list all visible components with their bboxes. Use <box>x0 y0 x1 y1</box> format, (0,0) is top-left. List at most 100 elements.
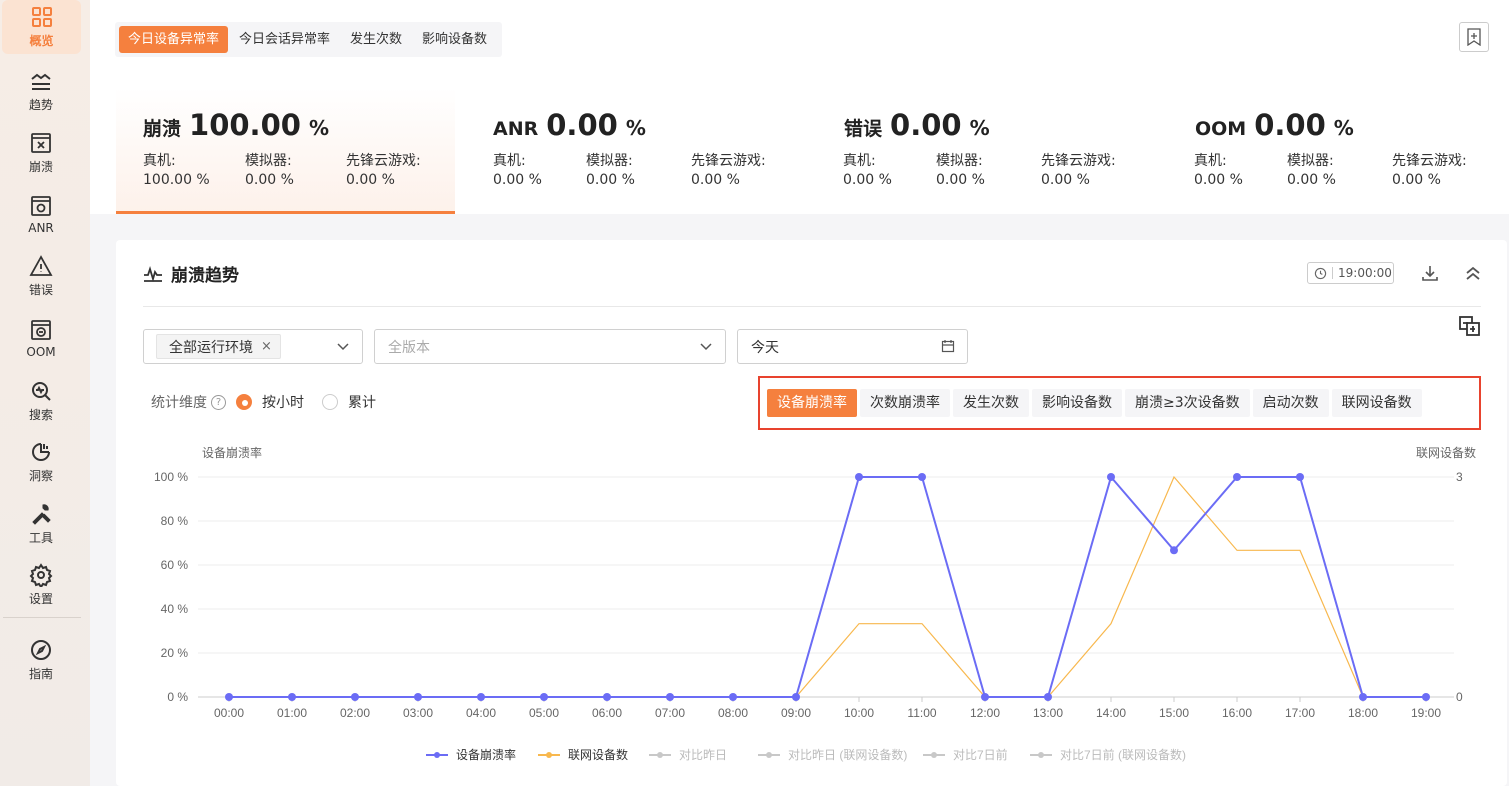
x-tick-label: 16:00 <box>1222 706 1252 720</box>
sub-value: 0.00 % <box>1392 172 1441 188</box>
legend-marker <box>546 752 552 758</box>
sidebar-item-label: 概览 <box>29 34 54 48</box>
sub-label: 先锋云游戏: <box>346 153 421 169</box>
sidebar-item-overview[interactable]: 概览 <box>2 0 81 54</box>
legend-label: 对比7日前 (联网设备数) <box>1060 747 1186 762</box>
crash-trend-card: 崩溃趋势 19:00:00 全部运行环境 × 全版本 今天 统计维度 ? 按小时… <box>116 240 1507 786</box>
sub-label: 真机: <box>843 153 876 169</box>
data-point <box>1233 473 1241 481</box>
legend-marker <box>434 752 440 758</box>
sub-value: 0.00 % <box>936 172 985 188</box>
legend-label: 对比昨日 (联网设备数) <box>788 747 907 762</box>
sidebar-item-tools[interactable]: 工具 <box>0 497 82 551</box>
bookmark-button[interactable] <box>1459 22 1489 52</box>
stat-card-anr[interactable]: ANR 0.00% 真机: 0.00 % 模拟器: 0.00 % 先锋云游戏: 0.00… <box>466 88 805 214</box>
stat-card-error[interactable]: 错误 0.00% 真机: 0.00 % 模拟器: 0.00 % 先锋云游戏: 0.00 … <box>817 88 1156 214</box>
oom-icon <box>31 319 51 340</box>
data-point <box>855 473 863 481</box>
sidebar-item-label: 指南 <box>28 667 53 681</box>
sidebar-item-label: 趋势 <box>28 98 53 112</box>
data-point <box>288 693 296 701</box>
data-point <box>666 693 674 701</box>
y-tick-label: 40 % <box>161 602 189 616</box>
series-line-device-crash-rate <box>229 474 1426 698</box>
x-tick-label: 12:00 <box>970 706 1000 720</box>
sub-label: 模拟器: <box>1287 153 1334 169</box>
sub-label: 先锋云游戏: <box>691 153 766 169</box>
warning-icon <box>29 255 53 276</box>
sidebar-item-settings[interactable]: 设置 <box>0 558 82 612</box>
gear-icon <box>29 563 53 587</box>
legend-marker <box>931 752 937 758</box>
x-tick-label: 07:00 <box>655 706 685 720</box>
sidebar-item-guide[interactable]: 指南 <box>0 633 82 687</box>
data-point <box>477 693 485 701</box>
data-point <box>729 693 737 701</box>
sidebar-item-oom[interactable]: OOM <box>0 311 82 365</box>
data-point <box>1296 473 1304 481</box>
data-point <box>1359 693 1367 701</box>
insight-icon <box>32 443 50 461</box>
data-point <box>351 693 359 701</box>
sidebar-item-crash[interactable]: 崩溃 <box>0 126 82 180</box>
sidebar-item-insight[interactable]: 洞察 <box>0 435 82 489</box>
x-tick-label: 10:00 <box>844 706 874 720</box>
stat-name: 错误 <box>844 118 883 140</box>
tab-device-rate[interactable]: 今日设备异常率 <box>119 26 229 53</box>
sub-label: 真机: <box>143 153 176 169</box>
sidebar-item-anr[interactable]: ANR <box>0 187 82 241</box>
x-tick-label: 06:00 <box>592 706 622 720</box>
legend-label: 对比昨日 <box>679 748 727 762</box>
y-tick-label: 20 % <box>161 646 189 660</box>
legend-marker <box>1038 752 1044 758</box>
sub-label: 模拟器: <box>586 153 633 169</box>
data-point <box>1170 546 1178 555</box>
data-point <box>540 693 548 701</box>
trend-chart: 设备崩溃率 联网设备数100 %80 %60 %40 %20 %0 %3000:0… <box>154 445 1476 762</box>
data-point <box>225 693 233 701</box>
series-line-online-devices <box>229 475 1364 698</box>
sidebar-item-label: OOM <box>26 344 56 359</box>
stat-value: 0.00 <box>890 108 962 142</box>
stat-card-oom[interactable]: OOM 0.00% 真机: 0.00 % 模拟器: 0.00 % 先锋云游戏: 0.00… <box>1168 88 1507 214</box>
y-axis-left-title: 设备崩溃率 <box>202 445 262 460</box>
data-point <box>981 693 989 701</box>
sidebar-item-error[interactable]: 错误 <box>0 249 82 303</box>
y-tick-label: 60 % <box>161 558 189 572</box>
sub-value: 0.00 % <box>843 172 892 188</box>
sub-value: 0.00 % <box>493 172 542 188</box>
data-point <box>603 693 611 701</box>
sub-label: 先锋云游戏: <box>1392 153 1467 169</box>
stat-name: ANR <box>493 118 539 140</box>
dashboard-icon <box>31 7 52 27</box>
stat-value: 0.00 <box>546 108 618 142</box>
sidebar-item-label: 错误 <box>28 283 53 297</box>
sidebar-divider <box>3 617 81 618</box>
crash-icon <box>31 133 51 153</box>
tools-icon <box>32 504 51 525</box>
data-point <box>1044 693 1052 701</box>
sidebar-item-search[interactable]: 搜索 <box>0 374 82 428</box>
sidebar-item-label: ANR <box>28 220 54 235</box>
x-tick-label: 15:00 <box>1159 706 1189 720</box>
tab-affected-devices[interactable]: 影响设备数 <box>413 26 496 53</box>
sidebar-item-label: 崩溃 <box>28 160 53 174</box>
stat-name: OOM <box>1195 118 1247 140</box>
stat-card-crash[interactable]: 崩溃 100.00% 真机: 100.00 % 模拟器: 0.00 % 先锋云游戏: 0… <box>116 88 455 214</box>
stat-value: 100.00 <box>189 108 301 142</box>
sub-value: 0.00 % <box>245 172 294 188</box>
sub-value: 0.00 % <box>1194 172 1243 188</box>
sub-value: 0.00 % <box>346 172 395 188</box>
data-point <box>792 693 800 701</box>
tab-session-rate[interactable]: 今日会话异常率 <box>230 26 339 53</box>
x-tick-label: 17:00 <box>1285 706 1315 720</box>
sidebar-item-trend[interactable]: 趋势 <box>0 64 82 118</box>
x-tick-label: 13:00 <box>1033 706 1063 720</box>
stat-unit: % <box>625 116 646 140</box>
sub-label: 模拟器: <box>936 153 983 169</box>
stat-unit: % <box>1333 116 1354 140</box>
sub-label: 模拟器: <box>245 153 292 169</box>
tab-occurrences[interactable]: 发生次数 <box>341 26 411 53</box>
data-point <box>414 693 422 701</box>
x-tick-label: 01:00 <box>277 706 307 720</box>
